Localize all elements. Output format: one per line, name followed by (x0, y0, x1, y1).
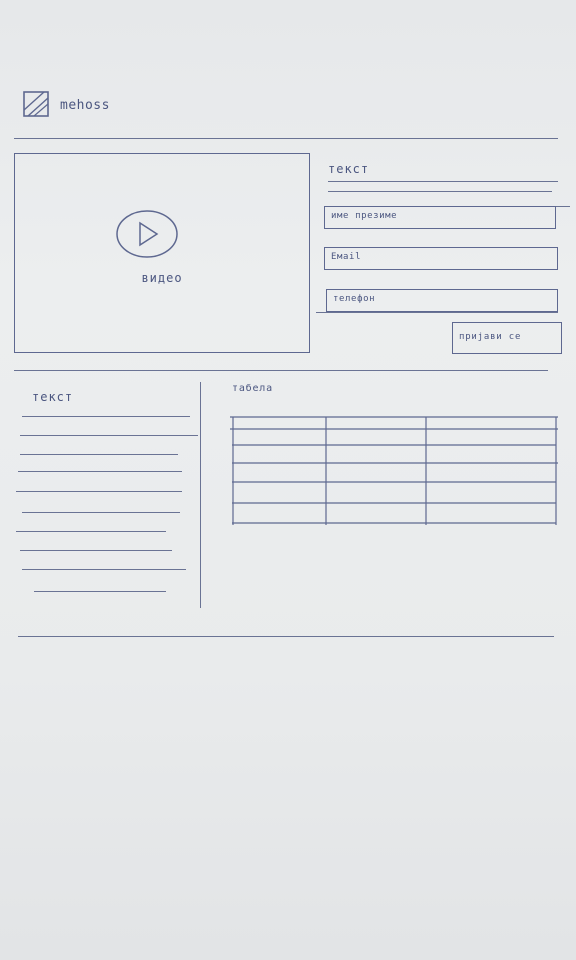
header-divider (14, 138, 558, 139)
field-extension-line (316, 312, 558, 313)
email-field[interactable]: Емаil (324, 247, 558, 270)
text-line (16, 491, 182, 492)
field-extension-line (556, 206, 570, 207)
form-title: текст (328, 162, 370, 176)
text-line (22, 416, 190, 417)
text-line (22, 512, 180, 513)
table-title: табела (232, 383, 273, 394)
section-divider (14, 370, 548, 371)
play-icon[interactable] (115, 209, 179, 259)
data-table (230, 416, 558, 525)
text-line (16, 531, 166, 532)
text-line (20, 454, 178, 455)
name-field-placeholder: име презиме (331, 211, 398, 221)
phone-field-placeholder: телефон (333, 294, 376, 304)
submit-button[interactable]: пријави се (452, 322, 562, 354)
video-player[interactable]: видео (14, 153, 310, 353)
left-text-title: текст (32, 390, 74, 404)
text-line (18, 471, 182, 472)
text-line (34, 591, 166, 592)
email-field-placeholder: Емаil (331, 252, 362, 262)
text-line (20, 550, 172, 551)
submit-button-label: пријави се (459, 332, 522, 342)
logo-icon (23, 91, 49, 117)
video-label: видео (141, 271, 183, 285)
form-text-line (328, 181, 558, 182)
phone-field[interactable]: телефон (326, 289, 558, 312)
footer-divider (18, 636, 554, 637)
text-line (20, 435, 198, 436)
form-text-line (328, 191, 552, 192)
name-field[interactable]: име презиме (324, 206, 556, 229)
text-line (22, 569, 186, 570)
column-divider (200, 382, 201, 608)
logo-text[interactable]: mehoss (60, 98, 110, 113)
